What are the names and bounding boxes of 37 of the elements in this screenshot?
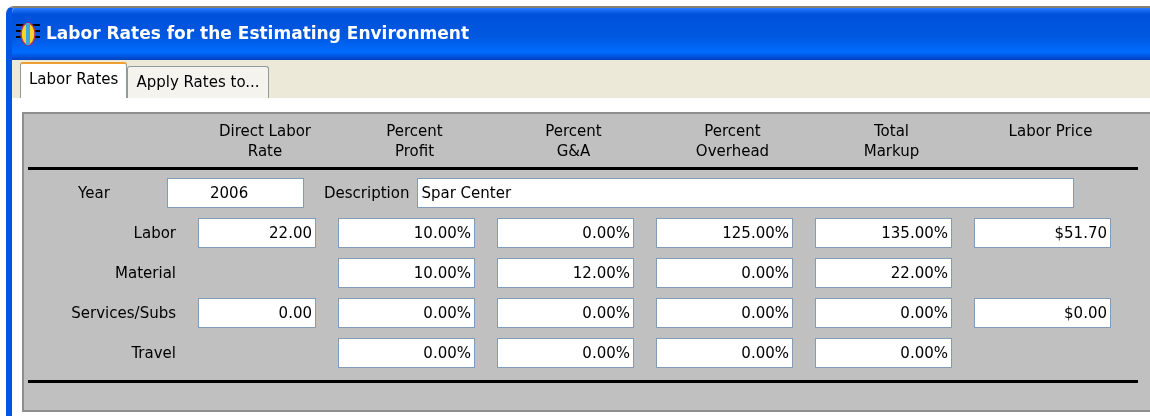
year-field[interactable]: 2006 xyxy=(167,178,304,208)
number-field[interactable]: 0.00% xyxy=(815,338,952,368)
number-field[interactable]: 0.00% xyxy=(656,258,793,288)
column-header: Percent G&A xyxy=(544,122,603,161)
column-header: Percent Overhead xyxy=(694,122,771,161)
number-field[interactable]: 0.00% xyxy=(338,338,475,368)
number-field[interactable]: 22.00% xyxy=(815,258,952,288)
number-field[interactable]: 0.00% xyxy=(656,338,793,368)
column-header: Total Markup xyxy=(862,122,921,161)
row-label: Travel xyxy=(130,342,176,364)
number-field[interactable]: 10.00% xyxy=(338,258,475,288)
row-label: Labor xyxy=(132,222,176,244)
number-field[interactable]: $0.00 xyxy=(974,298,1111,328)
number-field[interactable]: 125.00% xyxy=(656,218,793,248)
tab[interactable]: Labor Rates xyxy=(20,62,128,98)
description-field[interactable]: Spar Center xyxy=(417,178,1075,208)
number-field[interactable]: 0.00% xyxy=(338,298,475,328)
number-field[interactable]: 22.00 xyxy=(198,218,316,248)
number-field[interactable]: 135.00% xyxy=(815,218,952,248)
column-header: Percent Profit xyxy=(385,122,444,161)
number-field[interactable]: 0.00% xyxy=(497,298,634,328)
number-field[interactable]: 12.00% xyxy=(497,258,634,288)
row-label: Services/Subs xyxy=(70,302,176,324)
number-field[interactable]: 0.00% xyxy=(497,338,634,368)
number-field[interactable]: 0.00% xyxy=(815,298,952,328)
number-field[interactable]: 10.00% xyxy=(338,218,475,248)
row-label: Material xyxy=(114,262,176,284)
column-header: Labor Price xyxy=(1007,122,1094,142)
number-field[interactable]: $51.70 xyxy=(974,218,1111,248)
column-header: Direct Labor Rate xyxy=(217,122,313,161)
window-title: Labor Rates for the Estimating Environment xyxy=(46,22,470,46)
field-label: Description xyxy=(324,182,410,204)
number-field[interactable]: 0.00% xyxy=(656,298,793,328)
number-field[interactable]: 0.00% xyxy=(497,218,634,248)
number-field[interactable]: 0.00 xyxy=(198,298,316,328)
tab[interactable]: Apply Rates to... xyxy=(127,66,269,98)
field-label: Year xyxy=(77,182,111,204)
